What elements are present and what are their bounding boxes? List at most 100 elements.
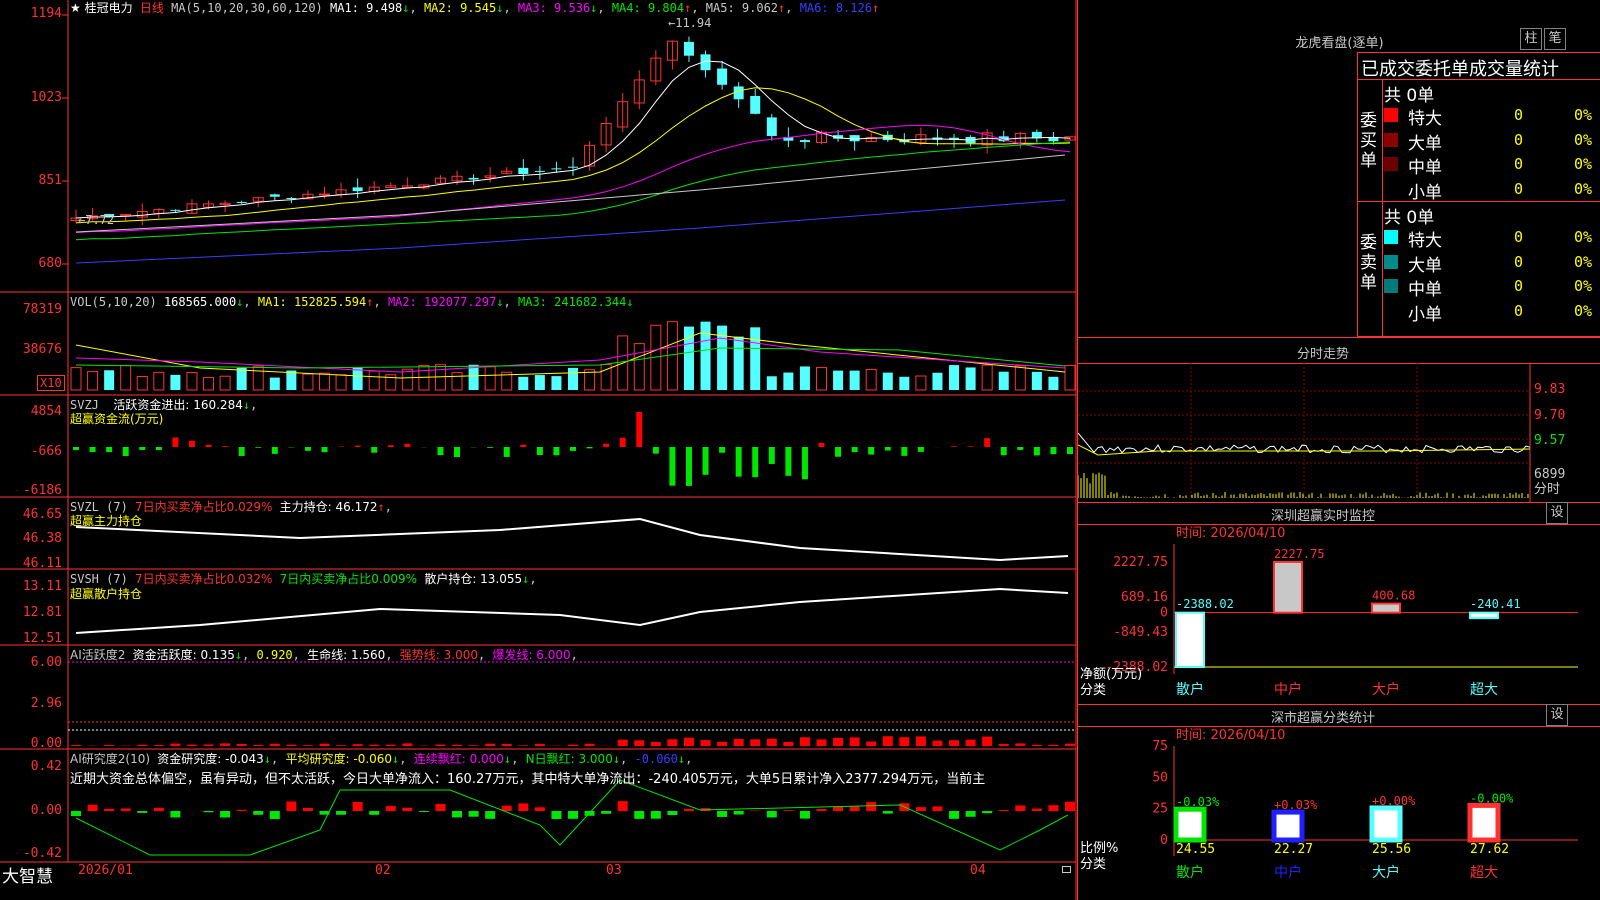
volume-bar	[219, 375, 231, 391]
research-bar	[385, 806, 396, 811]
cls-bar	[1369, 805, 1403, 843]
bar-view-button[interactable]: 柱	[1520, 28, 1542, 50]
brand-logo: 大智慧	[2, 867, 53, 887]
sz-category-label: 散户	[1176, 681, 1204, 698]
activity-bar	[137, 744, 148, 746]
activity-bar	[949, 740, 960, 746]
color-swatch	[1384, 230, 1398, 244]
research-bar	[534, 807, 545, 811]
ma3-value: MA3: 9.536	[517, 1, 591, 15]
fund-flow-bar	[685, 447, 692, 486]
fund-flow-bar	[818, 442, 825, 447]
volume-bar	[368, 370, 380, 391]
cls-xlabel: 分类	[1080, 857, 1107, 872]
lock-icon[interactable]	[1062, 866, 1071, 873]
intraday-tick-3: 9.57	[1534, 433, 1566, 448]
tick-view-button[interactable]: 笔	[1544, 28, 1566, 50]
research-bar	[717, 811, 728, 817]
volume-bar	[468, 364, 479, 390]
volume-bar	[666, 321, 678, 391]
chart-area[interactable]: ★ 桂冠电力 日线 MA(5,10,20,30,60,120) MA1: 9.4…	[0, 0, 1077, 900]
activity-bar	[253, 744, 264, 746]
svzl-header: SVZL (7) 7日内买卖净占比0.029% 主力持仓: 46.172↑,	[70, 500, 392, 514]
fund-flow-bar	[155, 447, 162, 451]
price-tick-3: 851	[38, 173, 62, 188]
activity-bar	[1031, 744, 1042, 746]
intraday-chart[interactable]	[1078, 363, 1600, 503]
fund-flow-bar	[553, 447, 560, 456]
buy-row: 小单 0 0%	[1384, 178, 1600, 203]
volume-bar	[120, 364, 132, 391]
fund-flow-bar	[89, 447, 96, 453]
fund-flow-bar	[536, 447, 543, 456]
cls-bar	[1467, 802, 1501, 843]
activity-bar	[534, 743, 545, 746]
retail-holding-line	[75, 587, 1069, 634]
sell-row-name: 中单	[1408, 280, 1442, 300]
volume-bar	[816, 367, 827, 391]
cls-change-label: -0.00%	[1470, 791, 1514, 805]
research-bar	[120, 808, 131, 811]
research-bar	[617, 801, 628, 811]
research-bar	[468, 811, 479, 817]
activity-bar	[501, 743, 512, 746]
volume-bar	[87, 371, 99, 391]
activity-bar	[170, 743, 181, 746]
volume-bar	[932, 372, 943, 390]
activity-bar	[236, 743, 247, 746]
fund-flow-bar	[172, 437, 179, 447]
ma6-line	[75, 199, 1066, 264]
research-bar	[402, 807, 413, 811]
activity-bar	[667, 739, 678, 746]
sz-bar-label: -240.41	[1470, 597, 1521, 611]
volume-bar	[1048, 376, 1059, 390]
ai2-header: AI研究度2(10) 资金研究度: -0.043↓, 平均研究度: -0.060…	[70, 752, 693, 766]
activity-bar	[220, 743, 231, 746]
ai2-tick-1: 0.42	[30, 759, 62, 774]
sz-category-label: 大户	[1372, 681, 1400, 698]
buy-row: 特大 0 0%	[1384, 104, 1600, 129]
sz-category-label: 中户	[1274, 681, 1302, 698]
sell-row: 特大 0 0%	[1384, 226, 1600, 251]
candle-body-down	[534, 170, 545, 172]
candle-body-down	[799, 140, 810, 143]
research-bar	[816, 808, 827, 811]
volume-bar	[286, 370, 297, 390]
price-tick-4: 680	[38, 256, 62, 271]
ai2-tick-3: -0.42	[22, 846, 62, 861]
sz-settings-button[interactable]: 设	[1546, 502, 1568, 524]
research-bar	[783, 810, 794, 811]
cls-axis-tick: 0	[1160, 833, 1168, 848]
ma4-value: MA4: 9.804	[611, 1, 685, 15]
fund-flow-bar	[967, 446, 974, 447]
cls-category-label: 大户	[1372, 864, 1400, 881]
buy-row-name: 中单	[1408, 158, 1442, 178]
volume-bar	[518, 376, 529, 390]
activity-bar	[816, 739, 827, 746]
buy-total: 共 0单	[1384, 86, 1435, 106]
volume-bar	[766, 376, 777, 390]
vol-ma1: MA1: 152825.594	[257, 295, 367, 309]
fund-flow-bar	[106, 447, 113, 453]
research-bar	[650, 811, 661, 819]
volume-bar	[1014, 365, 1026, 391]
cls-ylabel: 比例%	[1080, 841, 1119, 856]
research-bar	[667, 811, 678, 816]
candle-body-down	[170, 209, 181, 211]
sell-row-pct: 0%	[1574, 228, 1593, 246]
cls-settings-button[interactable]: 设	[1546, 704, 1568, 726]
period-label[interactable]: 日线	[140, 1, 164, 15]
fund-flow-bar	[586, 447, 593, 449]
vol-header: VOL(5,10,20) 168565.000↓, MA1: 152825.59…	[70, 295, 634, 309]
cls-axis-tick: 25	[1152, 802, 1168, 817]
volume-bar	[170, 374, 181, 390]
fund-flow-bar	[636, 412, 643, 447]
order-stats-tabs[interactable]: 已成交委托单成交量统计	[1361, 55, 1559, 81]
volume-bar	[104, 370, 115, 390]
volume-bar	[136, 376, 148, 391]
activity-bar	[104, 745, 115, 746]
activity-bar	[932, 740, 943, 746]
ma6-value: MA6: 8.126	[799, 1, 872, 15]
volume-bar	[949, 365, 960, 390]
volume-bar	[998, 371, 1009, 390]
